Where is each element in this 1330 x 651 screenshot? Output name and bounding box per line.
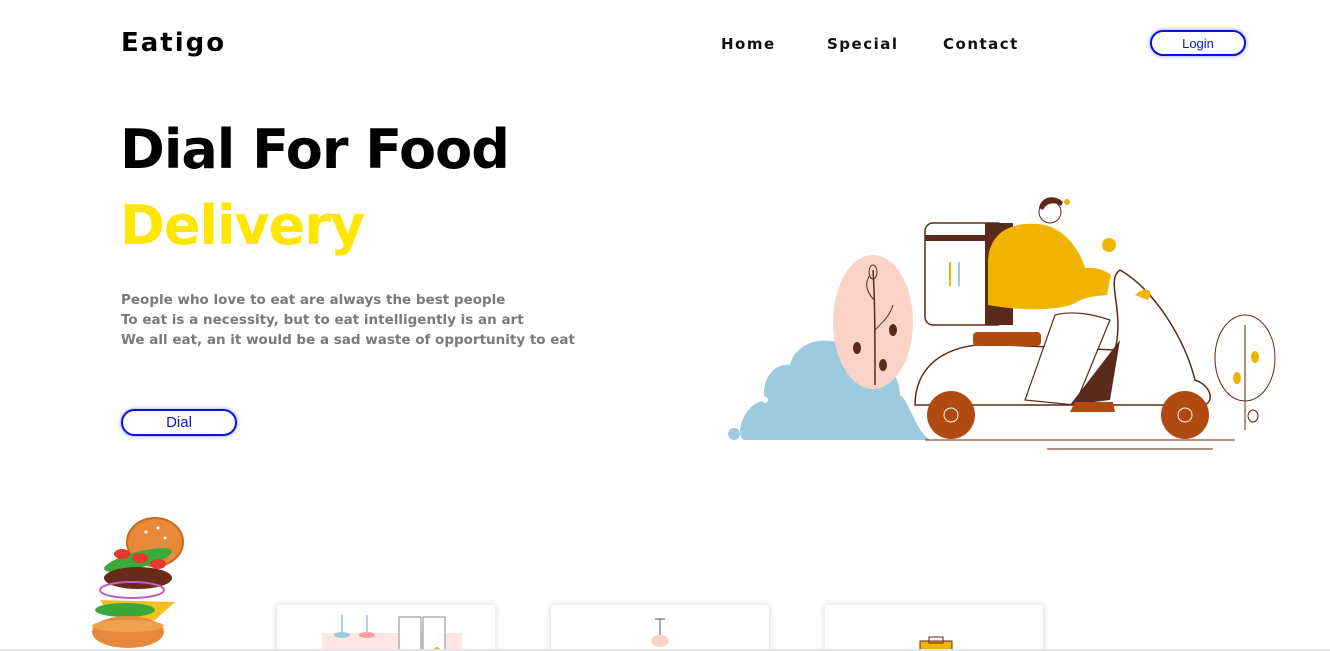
small-tree	[1214, 314, 1276, 430]
food-box-illustration	[919, 636, 953, 651]
feature-card[interactable]	[277, 605, 495, 651]
dial-button[interactable]: Dial	[121, 409, 237, 436]
login-button[interactable]: Login	[1150, 30, 1246, 56]
landing-page: Eatigo Home Special Contact Login Dial F…	[0, 0, 1330, 651]
feature-card[interactable]	[825, 605, 1043, 651]
scooter-delivery-illustration	[728, 197, 1276, 450]
nav-special[interactable]: Special	[827, 35, 899, 53]
floating-burger-illustration	[92, 517, 184, 648]
nav-home[interactable]: Home	[721, 35, 776, 53]
feature-card[interactable]	[551, 605, 769, 651]
hero-tagline: People who love to eat are always the be…	[121, 290, 575, 350]
tagline-line: People who love to eat are always the be…	[121, 292, 506, 308]
pink-bush	[833, 255, 913, 389]
logo[interactable]: Eatigo	[121, 28, 226, 58]
tagline-line: We all eat, an it would be a sad waste o…	[121, 332, 575, 348]
hero-title: Dial For Food	[120, 118, 510, 181]
tagline-line: To eat is a necessity, but to eat intell…	[121, 312, 524, 328]
nav-contact[interactable]: Contact	[943, 35, 1019, 53]
hero-subtitle: Delivery	[120, 194, 365, 257]
lamp-illustration	[651, 618, 669, 647]
restaurant-menu-illustration	[322, 615, 462, 651]
